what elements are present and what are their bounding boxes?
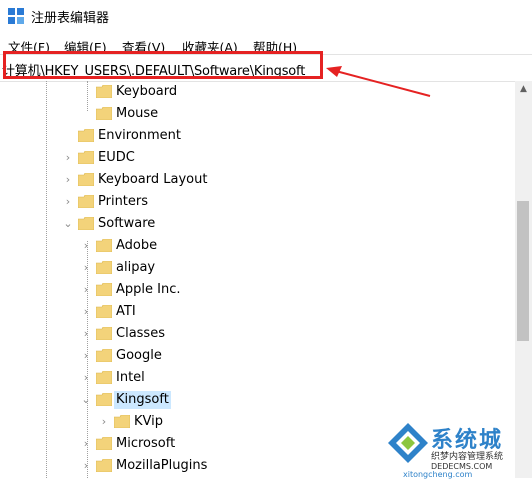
tree-node-intel[interactable]: › Intel <box>0 368 515 388</box>
expand-chevron-icon[interactable]: › <box>80 306 92 318</box>
registry-tree: Keyboard Mouse Environment › EUDC › Keyb… <box>0 81 515 478</box>
expand-chevron-icon[interactable]: › <box>80 372 92 384</box>
expand-chevron-icon[interactable]: › <box>80 240 92 252</box>
folder-icon <box>96 393 112 406</box>
title-bar: 注册表编辑器 <box>0 0 532 32</box>
tree-node-label: Software <box>98 216 156 231</box>
registry-editor-icon <box>8 8 24 24</box>
tree-node-label: Google <box>116 348 162 363</box>
highlight-box <box>3 51 323 79</box>
tree-node-mouse[interactable]: Mouse <box>0 104 515 124</box>
tree-node-label: Classes <box>116 326 165 341</box>
watermark-logo-icon <box>388 423 428 463</box>
tree-node-apple[interactable]: › Apple Inc. <box>0 280 515 300</box>
expand-chevron-icon[interactable]: › <box>80 460 92 472</box>
tree-node-eudc[interactable]: › EUDC <box>0 148 515 168</box>
tree-node-classes[interactable]: › Classes <box>0 324 515 344</box>
tree-node-label: Kingsoft <box>114 391 171 409</box>
folder-icon <box>96 107 112 120</box>
tree-node-label: ATI <box>116 304 136 319</box>
tree-node-software[interactable]: ⌄ Software <box>0 214 515 234</box>
expand-chevron-icon[interactable]: › <box>98 416 110 428</box>
folder-icon <box>96 437 112 450</box>
folder-icon <box>96 349 112 362</box>
expand-chevron-icon[interactable]: › <box>80 350 92 362</box>
tree-node-printers[interactable]: › Printers <box>0 192 515 212</box>
tree-node-alipay[interactable]: › alipay <box>0 258 515 278</box>
scroll-thumb[interactable] <box>517 201 529 341</box>
vertical-scrollbar[interactable]: ▲ <box>515 81 532 478</box>
collapse-chevron-icon[interactable]: ⌄ <box>80 394 92 406</box>
tree-node-adobe[interactable]: › Adobe <box>0 236 515 256</box>
tree-node-label: KVip <box>134 414 163 429</box>
folder-icon <box>78 173 94 186</box>
tree-node-label: alipay <box>116 260 156 275</box>
folder-icon <box>96 239 112 252</box>
watermark-subtitle: 织梦内容管理系统 <box>431 452 504 462</box>
tree-node-label: Printers <box>98 194 149 209</box>
folder-icon <box>78 129 94 142</box>
tree-node-label: Microsoft <box>116 436 176 451</box>
tree-node-label: MozillaPlugins <box>116 458 208 473</box>
tree-node-label: Keyboard Layout <box>98 172 208 187</box>
folder-icon <box>96 283 112 296</box>
tree-node-ati[interactable]: › ATI <box>0 302 515 322</box>
tree-node-label: Mouse <box>116 106 159 121</box>
watermark: 系统城 织梦内容管理系统 DEDECMS.COM xitongcheng.com <box>383 420 532 479</box>
tree-node-label: Environment <box>98 128 182 143</box>
expand-chevron-icon[interactable]: › <box>62 196 74 208</box>
tree-node-google[interactable]: › Google <box>0 346 515 366</box>
folder-icon <box>96 305 112 318</box>
folder-icon <box>96 261 112 274</box>
scroll-up-icon[interactable]: ▲ <box>515 81 532 98</box>
tree-node-environment[interactable]: Environment <box>0 126 515 146</box>
folder-icon <box>96 85 112 98</box>
folder-icon <box>96 371 112 384</box>
expand-chevron-icon[interactable]: › <box>62 174 74 186</box>
expand-chevron-icon[interactable]: › <box>62 152 74 164</box>
expand-chevron-icon[interactable]: › <box>80 328 92 340</box>
folder-icon <box>78 217 94 230</box>
tree-node-label: EUDC <box>98 150 135 165</box>
tree-node-keyboard[interactable]: Keyboard <box>0 82 515 102</box>
folder-icon <box>96 327 112 340</box>
tree-node-label: Apple Inc. <box>116 282 181 297</box>
window-title: 注册表编辑器 <box>31 11 110 26</box>
tree-node-keyboard-layout[interactable]: › Keyboard Layout <box>0 170 515 190</box>
tree-node-kingsoft[interactable]: ⌄ Kingsoft <box>0 390 515 410</box>
expand-chevron-icon[interactable]: › <box>80 284 92 296</box>
tree-node-label: Adobe <box>116 238 158 253</box>
tree-node-label: Intel <box>116 370 145 385</box>
tree-node-label: Keyboard <box>116 84 178 99</box>
folder-icon <box>78 151 94 164</box>
folder-icon <box>78 195 94 208</box>
expand-chevron-icon[interactable]: › <box>80 438 92 450</box>
folder-icon <box>114 415 130 428</box>
expand-chevron-icon[interactable]: › <box>80 262 92 274</box>
folder-icon <box>96 459 112 472</box>
collapse-chevron-icon[interactable]: ⌄ <box>62 218 74 230</box>
